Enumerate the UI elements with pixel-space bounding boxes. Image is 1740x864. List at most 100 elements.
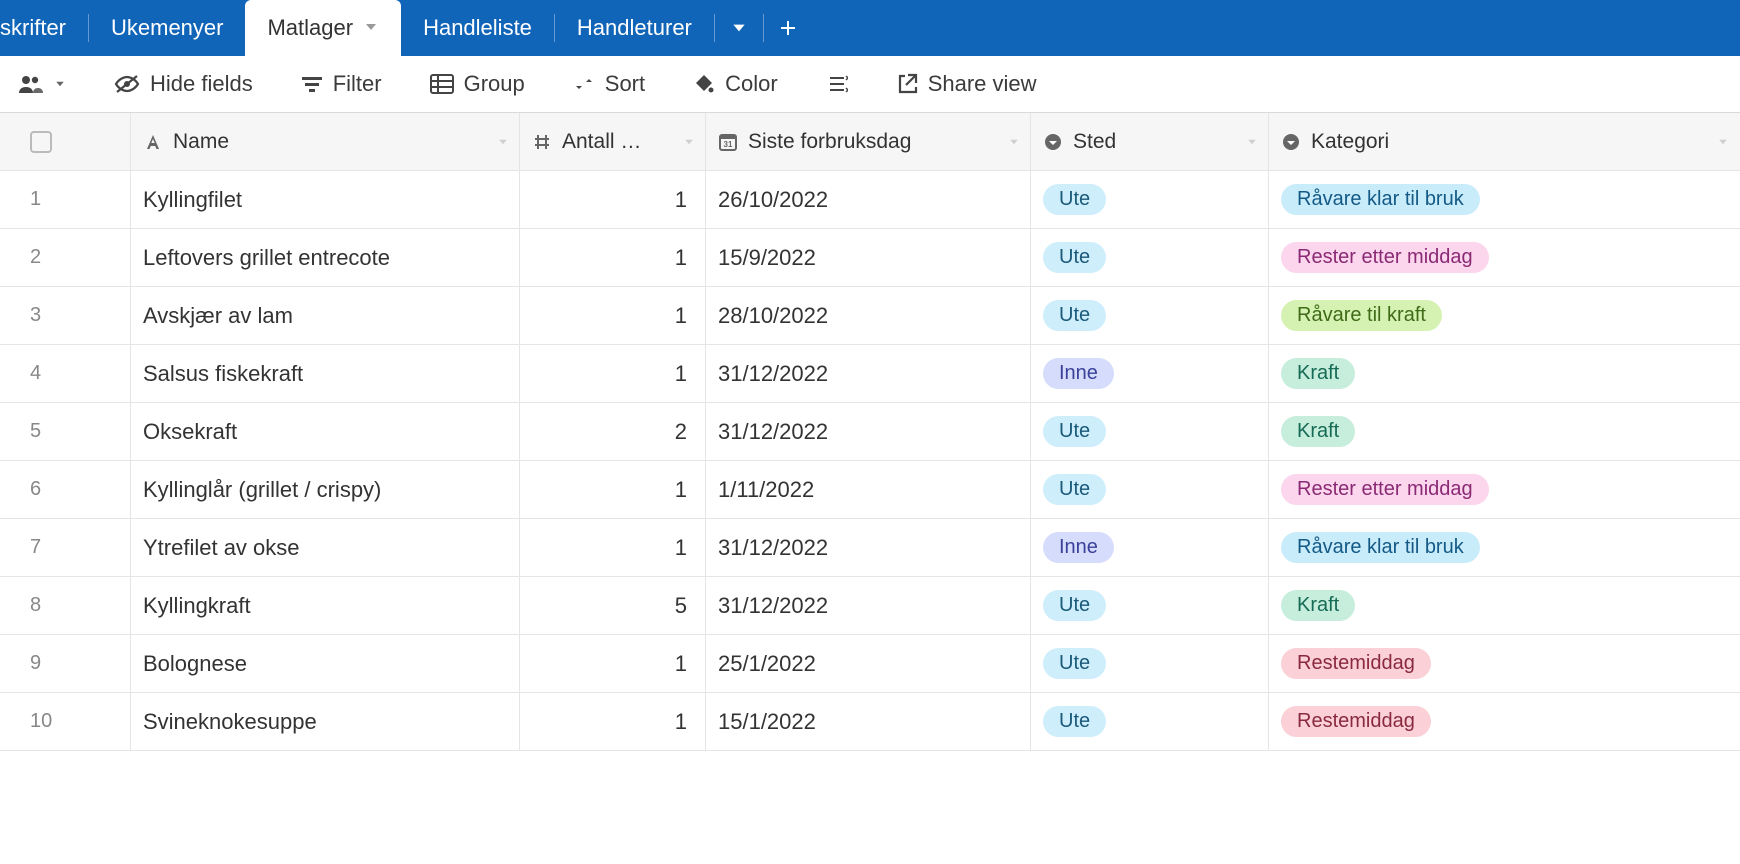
table-row[interactable]: 6Kyllinglår (grillet / crispy)11/11/2022… — [0, 461, 1740, 519]
row-number[interactable]: 6 — [0, 461, 130, 518]
row-number[interactable]: 1 — [0, 171, 130, 228]
color-button[interactable]: Color — [683, 65, 788, 103]
row-number[interactable]: 3 — [0, 287, 130, 344]
cell-antall[interactable]: 1 — [520, 229, 706, 286]
cell-name[interactable]: Kyllinglår (grillet / crispy) — [130, 461, 520, 518]
cell-date[interactable]: 31/12/2022 — [706, 403, 1031, 460]
column-header-sted[interactable]: Sted — [1031, 113, 1269, 170]
table-row[interactable]: 4Salsus fiskekraft131/12/2022InneKraft — [0, 345, 1740, 403]
group-button[interactable]: Group — [420, 65, 535, 103]
cell-kategori[interactable]: Råvare klar til bruk — [1269, 519, 1739, 576]
cell-kategori[interactable]: Rester etter middag — [1269, 229, 1739, 286]
row-number[interactable]: 7 — [0, 519, 130, 576]
chevron-down-icon[interactable] — [363, 15, 379, 41]
cell-antall[interactable]: 1 — [520, 635, 706, 692]
cell-sted[interactable]: Ute — [1031, 171, 1269, 228]
cell-name[interactable]: Ytrefilet av okse — [130, 519, 520, 576]
cell-date[interactable]: 31/12/2022 — [706, 345, 1031, 402]
cell-sted[interactable]: Ute — [1031, 693, 1269, 750]
cell-date[interactable]: 25/1/2022 — [706, 635, 1031, 692]
tab-skrifter[interactable]: skrifter — [0, 0, 88, 56]
chevron-down-icon[interactable] — [1008, 130, 1020, 154]
more-tabs-button[interactable] — [715, 0, 763, 56]
table-row[interactable]: 3Avskjær av lam128/10/2022UteRåvare til … — [0, 287, 1740, 345]
row-number[interactable]: 9 — [0, 635, 130, 692]
share-view-button[interactable]: Share view — [886, 65, 1047, 103]
collaborators-button[interactable] — [8, 68, 76, 100]
cell-sted[interactable]: Ute — [1031, 403, 1269, 460]
cell-name[interactable]: Svineknokesuppe — [130, 693, 520, 750]
tab-ukemenyer[interactable]: Ukemenyer — [89, 0, 245, 56]
cell-kategori[interactable]: Kraft — [1269, 403, 1739, 460]
cell-name[interactable]: Bolognese — [130, 635, 520, 692]
cell-sted[interactable]: Ute — [1031, 461, 1269, 518]
column-header-siste[interactable]: 31 Siste forbruksdag — [706, 113, 1031, 170]
cell-sted[interactable]: Ute — [1031, 229, 1269, 286]
cell-date[interactable]: 26/10/2022 — [706, 171, 1031, 228]
hide-fields-button[interactable]: Hide fields — [104, 65, 263, 103]
table-row[interactable]: 7Ytrefilet av okse131/12/2022Inne Råvare … — [0, 519, 1740, 577]
kategori-pill: Råvare klar til bruk — [1281, 532, 1480, 563]
cell-antall[interactable]: 1 — [520, 345, 706, 402]
cell-date[interactable]: 15/1/2022 — [706, 693, 1031, 750]
cell-antall[interactable]: 2 — [520, 403, 706, 460]
sted-pill: Ute — [1043, 242, 1106, 273]
tab-matlager[interactable]: Matlager — [245, 0, 401, 56]
cell-sted[interactable]: Inne — [1031, 519, 1269, 576]
cell-date[interactable]: 31/12/2022 — [706, 519, 1031, 576]
filter-button[interactable]: Filter — [291, 65, 392, 103]
column-header-antall[interactable]: Antall … — [520, 113, 706, 170]
cell-kategori[interactable]: Restemiddag — [1269, 693, 1739, 750]
cell-name[interactable]: Leftovers grillet entrecote — [130, 229, 520, 286]
column-header-name[interactable]: Name — [130, 113, 520, 170]
chevron-down-icon[interactable] — [497, 130, 509, 154]
table-row[interactable]: 1Kyllingfilet126/10/2022UteRåvare klar t… — [0, 171, 1740, 229]
cell-kategori[interactable]: Rester etter middag — [1269, 461, 1739, 518]
select-all-cell[interactable] — [0, 113, 130, 170]
cell-antall[interactable]: 5 — [520, 577, 706, 634]
cell-name[interactable]: Avskjær av lam — [130, 287, 520, 344]
cell-date[interactable]: 15/9/2022 — [706, 229, 1031, 286]
table-row[interactable]: 9Bolognese125/1/2022UteRestemiddag — [0, 635, 1740, 693]
cell-sted[interactable]: Ute — [1031, 287, 1269, 344]
cell-name[interactable]: Kyllingkraft — [130, 577, 520, 634]
cell-name[interactable]: Oksekraft — [130, 403, 520, 460]
row-number[interactable]: 8 — [0, 577, 130, 634]
chevron-down-icon[interactable] — [1246, 130, 1258, 154]
cell-date[interactable]: 1/11/2022 — [706, 461, 1031, 518]
table-row[interactable]: 2Leftovers grillet entrecote115/9/2022 Ut… — [0, 229, 1740, 287]
table-row[interactable]: 8Kyllingkraft531/12/2022UteKraft — [0, 577, 1740, 635]
row-number[interactable]: 2 — [0, 229, 130, 286]
sort-button[interactable]: Sort — [563, 65, 655, 103]
row-height-button[interactable] — [816, 67, 858, 101]
cell-antall[interactable]: 1 — [520, 693, 706, 750]
cell-name[interactable]: Kyllingfilet — [130, 171, 520, 228]
chevron-down-icon[interactable] — [683, 130, 695, 154]
select-all-checkbox[interactable] — [30, 131, 52, 153]
table-row[interactable]: 10Svineknokesuppe115/1/2022UteRestemidda… — [0, 693, 1740, 751]
cell-antall[interactable]: 1 — [520, 519, 706, 576]
chevron-down-icon[interactable] — [1717, 130, 1729, 154]
tab-handleliste[interactable]: Handleliste — [401, 0, 554, 56]
tab-handleturer[interactable]: Handleturer — [555, 0, 714, 56]
cell-sted[interactable]: Ute — [1031, 635, 1269, 692]
cell-name[interactable]: Salsus fiskekraft — [130, 345, 520, 402]
cell-kategori[interactable]: Kraft — [1269, 345, 1739, 402]
column-header-kategori[interactable]: Kategori — [1269, 113, 1739, 170]
row-number[interactable]: 10 — [0, 693, 130, 750]
row-number[interactable]: 4 — [0, 345, 130, 402]
cell-date[interactable]: 31/12/2022 — [706, 577, 1031, 634]
table-row[interactable]: 5Oksekraft231/12/2022UteKraft — [0, 403, 1740, 461]
cell-antall[interactable]: 1 — [520, 461, 706, 518]
cell-kategori[interactable]: Restemiddag — [1269, 635, 1739, 692]
cell-kategori[interactable]: Råvare klar til bruk — [1269, 171, 1739, 228]
row-number[interactable]: 5 — [0, 403, 130, 460]
cell-antall[interactable]: 1 — [520, 287, 706, 344]
add-tab-button[interactable] — [764, 0, 812, 56]
cell-sted[interactable]: Ute — [1031, 577, 1269, 634]
cell-antall[interactable]: 1 — [520, 171, 706, 228]
cell-kategori[interactable]: Kraft — [1269, 577, 1739, 634]
cell-kategori[interactable]: Råvare til kraft — [1269, 287, 1739, 344]
cell-date[interactable]: 28/10/2022 — [706, 287, 1031, 344]
cell-sted[interactable]: Inne — [1031, 345, 1269, 402]
